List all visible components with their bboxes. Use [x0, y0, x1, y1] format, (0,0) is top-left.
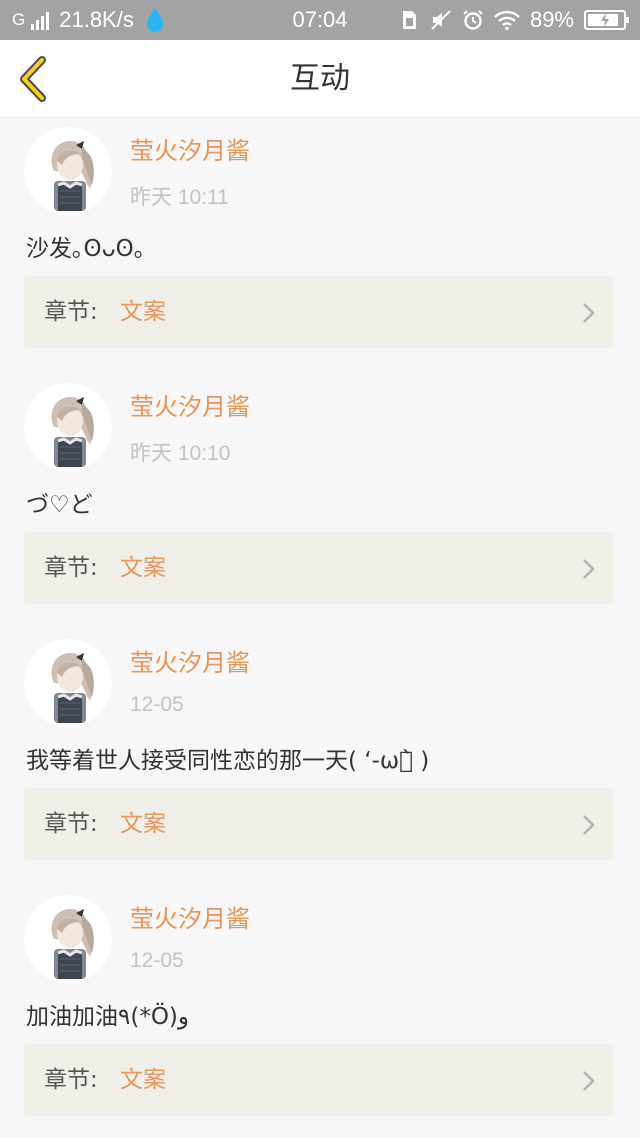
comment-item: 莹火汐月酱 12-05 我等着世人接受同性恋的那一天( ‘-ωก̀ ) 章节: … [0, 631, 640, 887]
chapter-name: 文案 [120, 1067, 166, 1093]
chapter-name: 文案 [120, 299, 166, 325]
comment-text: づ♡ど [26, 492, 93, 518]
status-right: 89% [398, 0, 629, 40]
page-title: 互动 [290, 61, 350, 96]
sim-card-icon [402, 11, 416, 29]
chapter-link[interactable]: 章节: 文案 [24, 1044, 614, 1116]
comment-item: 莹火汐月酱 昨天 10:11 沙发｡ʘᴗʘ｡ 章节: 文案 [0, 119, 640, 375]
comment-item: 莹火汐月酱 12-05 加油加油٩(*Ö)و 章节: 文案 [0, 887, 640, 1138]
status-bar: G 21.8K/s 07:04 89% [0, 0, 640, 40]
timestamp: 昨天 10:11 [130, 186, 229, 209]
timestamp: 12-05 [130, 693, 184, 716]
username[interactable]: 莹火汐月酱 [130, 387, 250, 422]
chevron-right-icon [583, 303, 595, 323]
chevron-right-icon [583, 559, 595, 579]
chapter-label: 章节: [44, 555, 98, 581]
battery-percent: 89% [529, 7, 574, 32]
chapter-label: 章节: [44, 299, 98, 325]
chapter-link[interactable]: 章节: 文案 [24, 276, 614, 348]
app-header: 互动 [0, 40, 640, 118]
comment-list[interactable]: 莹火汐月酱 昨天 10:11 沙发｡ʘᴗʘ｡ 章节: 文案 莹火汐月酱 昨天 1… [0, 119, 640, 1138]
comment-text: 沙发｡ʘᴗʘ｡ [26, 236, 146, 262]
avatar[interactable] [24, 895, 112, 983]
username[interactable]: 莹火汐月酱 [130, 643, 250, 678]
avatar[interactable] [24, 639, 112, 727]
chevron-right-icon [583, 815, 595, 835]
comment-item: 莹火汐月酱 昨天 10:10 づ♡ど 章节: 文案 [0, 375, 640, 631]
timestamp: 昨天 10:10 [130, 442, 231, 465]
chapter-label: 章节: [44, 1067, 98, 1093]
chapter-name: 文案 [120, 555, 166, 581]
avatar[interactable] [24, 383, 112, 471]
chapter-link[interactable]: 章节: 文案 [24, 788, 614, 860]
avatar[interactable] [24, 127, 112, 215]
wifi-icon [494, 10, 520, 31]
timestamp: 12-05 [130, 949, 184, 972]
chapter-link[interactable]: 章节: 文案 [24, 532, 614, 604]
chapter-label: 章节: [44, 811, 98, 837]
comment-text: 我等着世人接受同性恋的那一天( ‘-ωก̀ ) [26, 748, 430, 774]
comment-text: 加油加油٩(*Ö)و [26, 1004, 190, 1030]
username[interactable]: 莹火汐月酱 [130, 131, 250, 166]
chevron-right-icon [583, 1071, 595, 1091]
username[interactable]: 莹火汐月酱 [130, 899, 250, 934]
battery-icon [584, 10, 629, 30]
alarm-clock-icon [463, 10, 483, 30]
chapter-name: 文案 [120, 811, 166, 837]
mute-icon [431, 10, 451, 30]
